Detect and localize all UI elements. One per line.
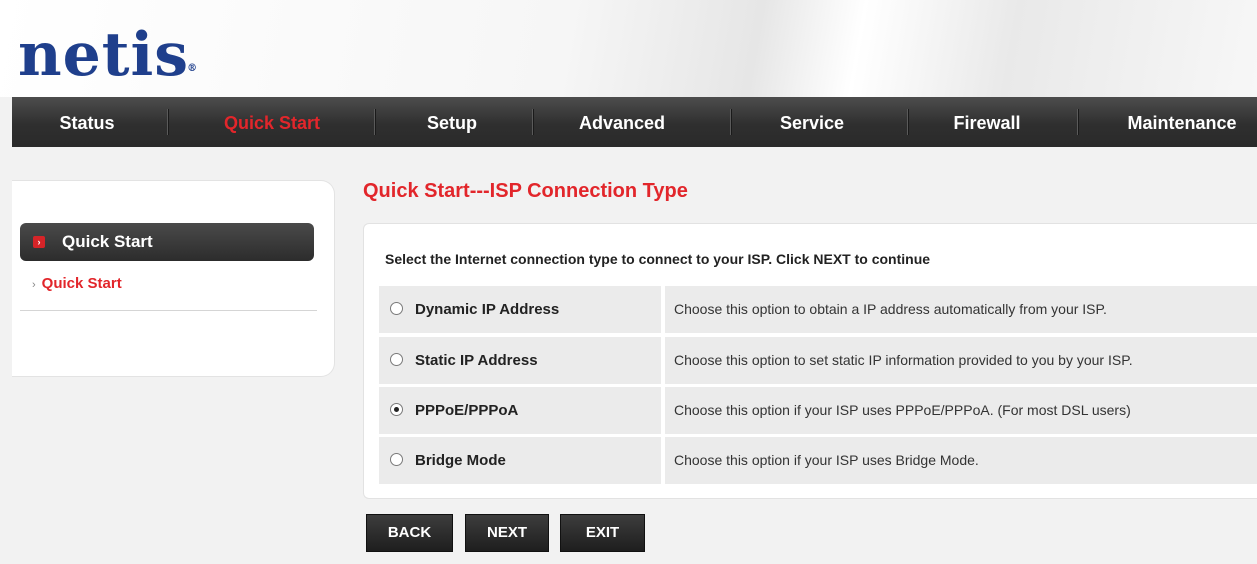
radio-bridge[interactable] xyxy=(390,453,403,466)
nav-separator xyxy=(167,109,169,135)
nav-separator xyxy=(730,109,732,135)
radio-pppoe[interactable] xyxy=(390,403,403,416)
header-banner: netis® xyxy=(0,0,1257,97)
option-row: Dynamic IP Address Choose this option to… xyxy=(379,286,1257,333)
option-label: Static IP Address xyxy=(415,352,538,369)
nav-setup[interactable]: Setup xyxy=(382,97,522,147)
radio-dynamic-ip[interactable] xyxy=(390,302,403,315)
nav-separator xyxy=(532,109,534,135)
option-dynamic-ip[interactable]: Dynamic IP Address xyxy=(379,286,661,333)
option-description: Choose this option to set static IP info… xyxy=(674,352,1133,368)
nav-separator xyxy=(374,109,376,135)
option-description: Choose this option if your ISP uses Brid… xyxy=(674,452,979,468)
sidebar-item-quick-start[interactable]: › Quick Start xyxy=(32,275,122,292)
option-label: Dynamic IP Address xyxy=(415,301,560,318)
instruction-text: Select the Internet connection type to c… xyxy=(385,251,931,267)
option-label: PPPoE/PPPoA xyxy=(415,402,519,419)
nav-quick-start[interactable]: Quick Start xyxy=(172,97,372,147)
option-row: Static IP Address Choose this option to … xyxy=(379,337,1257,384)
page-title: Quick Start---ISP Connection Type xyxy=(363,180,688,202)
sidebar-divider xyxy=(20,310,317,311)
option-static-ip[interactable]: Static IP Address xyxy=(379,337,661,384)
nav-advanced[interactable]: Advanced xyxy=(537,97,707,147)
sidebar-header[interactable]: › Quick Start xyxy=(20,223,314,261)
nav-separator xyxy=(907,109,909,135)
back-button[interactable]: BACK xyxy=(366,514,453,552)
nav-service[interactable]: Service xyxy=(737,97,887,147)
main-nav: Status Quick Start Setup Advanced Servic… xyxy=(12,97,1257,147)
sidebar-item-label: Quick Start xyxy=(41,275,122,292)
next-button[interactable]: NEXT xyxy=(465,514,549,552)
nav-maintenance[interactable]: Maintenance xyxy=(1107,97,1257,147)
nav-status[interactable]: Status xyxy=(12,97,162,147)
chevron-right-icon: › xyxy=(33,236,45,248)
option-pppoe[interactable]: PPPoE/PPPoA xyxy=(379,387,661,434)
option-label: Bridge Mode xyxy=(415,452,506,469)
netis-logo: netis® xyxy=(18,20,199,90)
option-row: PPPoE/PPPoA Choose this option if your I… xyxy=(379,387,1257,434)
sidebar-header-label: Quick Start xyxy=(62,232,153,251)
option-description: Choose this option if your ISP uses PPPo… xyxy=(674,402,1131,418)
option-row: Bridge Mode Choose this option if your I… xyxy=(379,437,1257,484)
nav-firewall[interactable]: Firewall xyxy=(912,97,1062,147)
nav-separator xyxy=(1077,109,1079,135)
radio-static-ip[interactable] xyxy=(390,353,403,366)
exit-button[interactable]: EXIT xyxy=(560,514,645,552)
option-description: Choose this option to obtain a IP addres… xyxy=(674,301,1107,317)
option-bridge[interactable]: Bridge Mode xyxy=(379,437,661,484)
chevron-right-icon: › xyxy=(32,279,36,291)
